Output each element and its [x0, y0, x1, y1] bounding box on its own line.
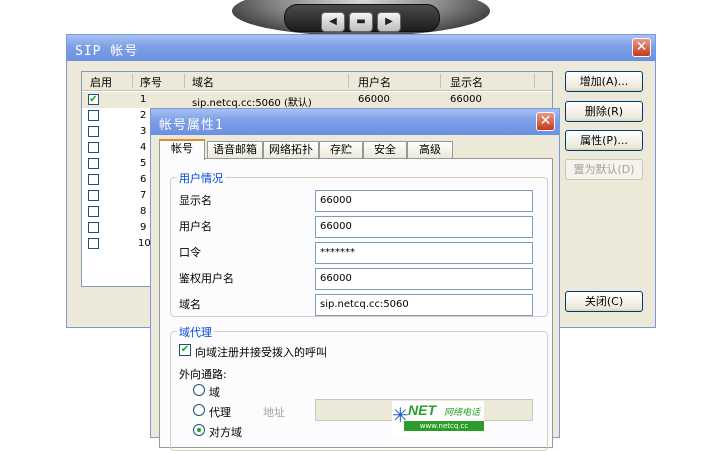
domain-field[interactable]: sip.netcq.cc:5060: [315, 294, 533, 316]
user-name-label: 用户名: [179, 220, 212, 233]
delete-account-button[interactable]: 删除(R): [565, 101, 643, 122]
phone-left-button[interactable]: ◀: [321, 12, 345, 32]
logo-url-text: www.netcq.cc: [404, 421, 484, 431]
account-properties-window: 帐号属性1 ✕ 帐号 语音邮箱 网络拓扑 存贮 安全 高级 用户情况 显示名 6…: [150, 108, 560, 451]
tab-account[interactable]: 帐号: [159, 139, 205, 160]
enable-checkbox[interactable]: [88, 142, 99, 153]
row-number: 2: [140, 110, 147, 121]
col-domain[interactable]: 域名: [192, 74, 214, 90]
properties-button[interactable]: 属性(P)...: [565, 130, 643, 151]
tab-voicemail[interactable]: 语音邮箱: [207, 141, 263, 158]
enable-checkbox[interactable]: [88, 158, 99, 169]
row-number: 3: [140, 126, 147, 137]
col-username[interactable]: 用户名: [358, 74, 391, 90]
domain-proxy-title: 域代理: [177, 324, 214, 340]
password-label: 口令: [179, 246, 201, 259]
tab-storage[interactable]: 存贮: [319, 141, 363, 158]
address-label: 地址: [263, 406, 285, 419]
enable-checkbox[interactable]: [88, 206, 99, 217]
table-row[interactable]: ✔ 1 sip.netcq.cc:5060 (默认) 66000 66000: [82, 92, 552, 109]
row-number: 7: [140, 190, 147, 201]
radio-target-domain[interactable]: [193, 424, 205, 436]
user-info-group: 用户情况 显示名 66000 用户名 66000 口令 ******* 鉴权用户…: [170, 170, 548, 317]
close-icon: ✕: [539, 113, 552, 129]
display-name-label: 显示名: [179, 194, 212, 207]
row-domain: sip.netcq.cc:5060 (默认): [192, 98, 312, 109]
properties-close-button[interactable]: ✕: [536, 112, 555, 131]
display-name-field[interactable]: 66000: [315, 190, 533, 212]
user-info-title: 用户情况: [177, 170, 225, 186]
close-button[interactable]: 关闭(C): [565, 291, 643, 312]
radio-proxy[interactable]: [193, 404, 205, 416]
phone-button-pad: ◀ ▬ ▶: [284, 4, 440, 32]
radio-target-domain-label: 对方域: [209, 426, 242, 439]
user-name-field[interactable]: 66000: [315, 216, 533, 238]
enable-checkbox[interactable]: [88, 238, 99, 249]
auth-user-label: 鉴权用户名: [179, 272, 234, 285]
enable-checkbox[interactable]: [88, 110, 99, 121]
enable-checkbox[interactable]: [88, 126, 99, 137]
radio-proxy-label: 代理: [209, 406, 231, 419]
radio-domain-label: 域: [209, 386, 220, 399]
close-icon: ✕: [635, 39, 648, 55]
logo-cn-text: 网络电话: [444, 408, 481, 418]
set-default-button[interactable]: 置为默认(D): [565, 159, 643, 180]
outbound-label: 外向通路:: [179, 368, 227, 381]
domain-label: 域名: [179, 298, 201, 311]
tab-security[interactable]: 安全: [363, 141, 407, 158]
row-number: 5: [140, 158, 147, 169]
properties-title: 帐号属性1: [159, 118, 224, 133]
password-field[interactable]: *******: [315, 242, 533, 264]
account-list-header: 启用 序号 域名 用户名 显示名: [82, 72, 552, 91]
sip-window-close-button[interactable]: ✕: [632, 38, 651, 57]
phone-widget: ◀ ▬ ▶: [232, 0, 490, 38]
account-tab-page: 用户情况 显示名 66000 用户名 66000 口令 ******* 鉴权用户…: [159, 158, 553, 451]
sip-window-title: SIP 帐号: [75, 44, 139, 59]
row-number: 4: [140, 142, 147, 153]
row-displayname: 66000: [450, 94, 482, 105]
row-number: 6: [140, 174, 147, 185]
enable-checkbox[interactable]: ✔: [88, 94, 99, 105]
tab-advanced[interactable]: 高级: [407, 141, 453, 158]
enable-checkbox[interactable]: [88, 222, 99, 233]
row-number: 9: [140, 222, 147, 233]
add-account-button[interactable]: 增加(A)...: [565, 71, 643, 92]
netcq-logo: ✳ NET 网络电话 www.netcq.cc: [392, 401, 484, 435]
row-number: 10: [138, 238, 151, 249]
radio-domain[interactable]: [193, 384, 205, 396]
enable-checkbox[interactable]: [88, 174, 99, 185]
properties-titlebar: 帐号属性1 ✕: [151, 109, 559, 135]
phone-right-button[interactable]: ▶: [377, 12, 401, 32]
domain-proxy-group: 域代理 ✔ 向域注册并接受拨入的呼叫 外向通路: 域 代理 地址 对方域: [170, 324, 548, 451]
auth-user-field[interactable]: 66000: [315, 268, 533, 290]
phone-middle-button[interactable]: ▬: [349, 12, 373, 32]
enable-checkbox[interactable]: [88, 190, 99, 201]
register-label: 向域注册并接受拨入的呼叫: [195, 346, 327, 359]
row-number: 8: [140, 206, 147, 217]
register-checkbox[interactable]: ✔: [179, 344, 191, 356]
tab-network-topology[interactable]: 网络拓扑: [263, 141, 319, 158]
row-number: 1: [140, 94, 147, 105]
logo-net-text: NET: [408, 402, 436, 418]
col-enabled[interactable]: 启用: [90, 74, 112, 90]
sip-window-titlebar: SIP 帐号 ✕: [67, 35, 655, 61]
col-displayname[interactable]: 显示名: [450, 74, 483, 90]
row-username: 66000: [358, 94, 390, 105]
col-number[interactable]: 序号: [140, 74, 162, 90]
